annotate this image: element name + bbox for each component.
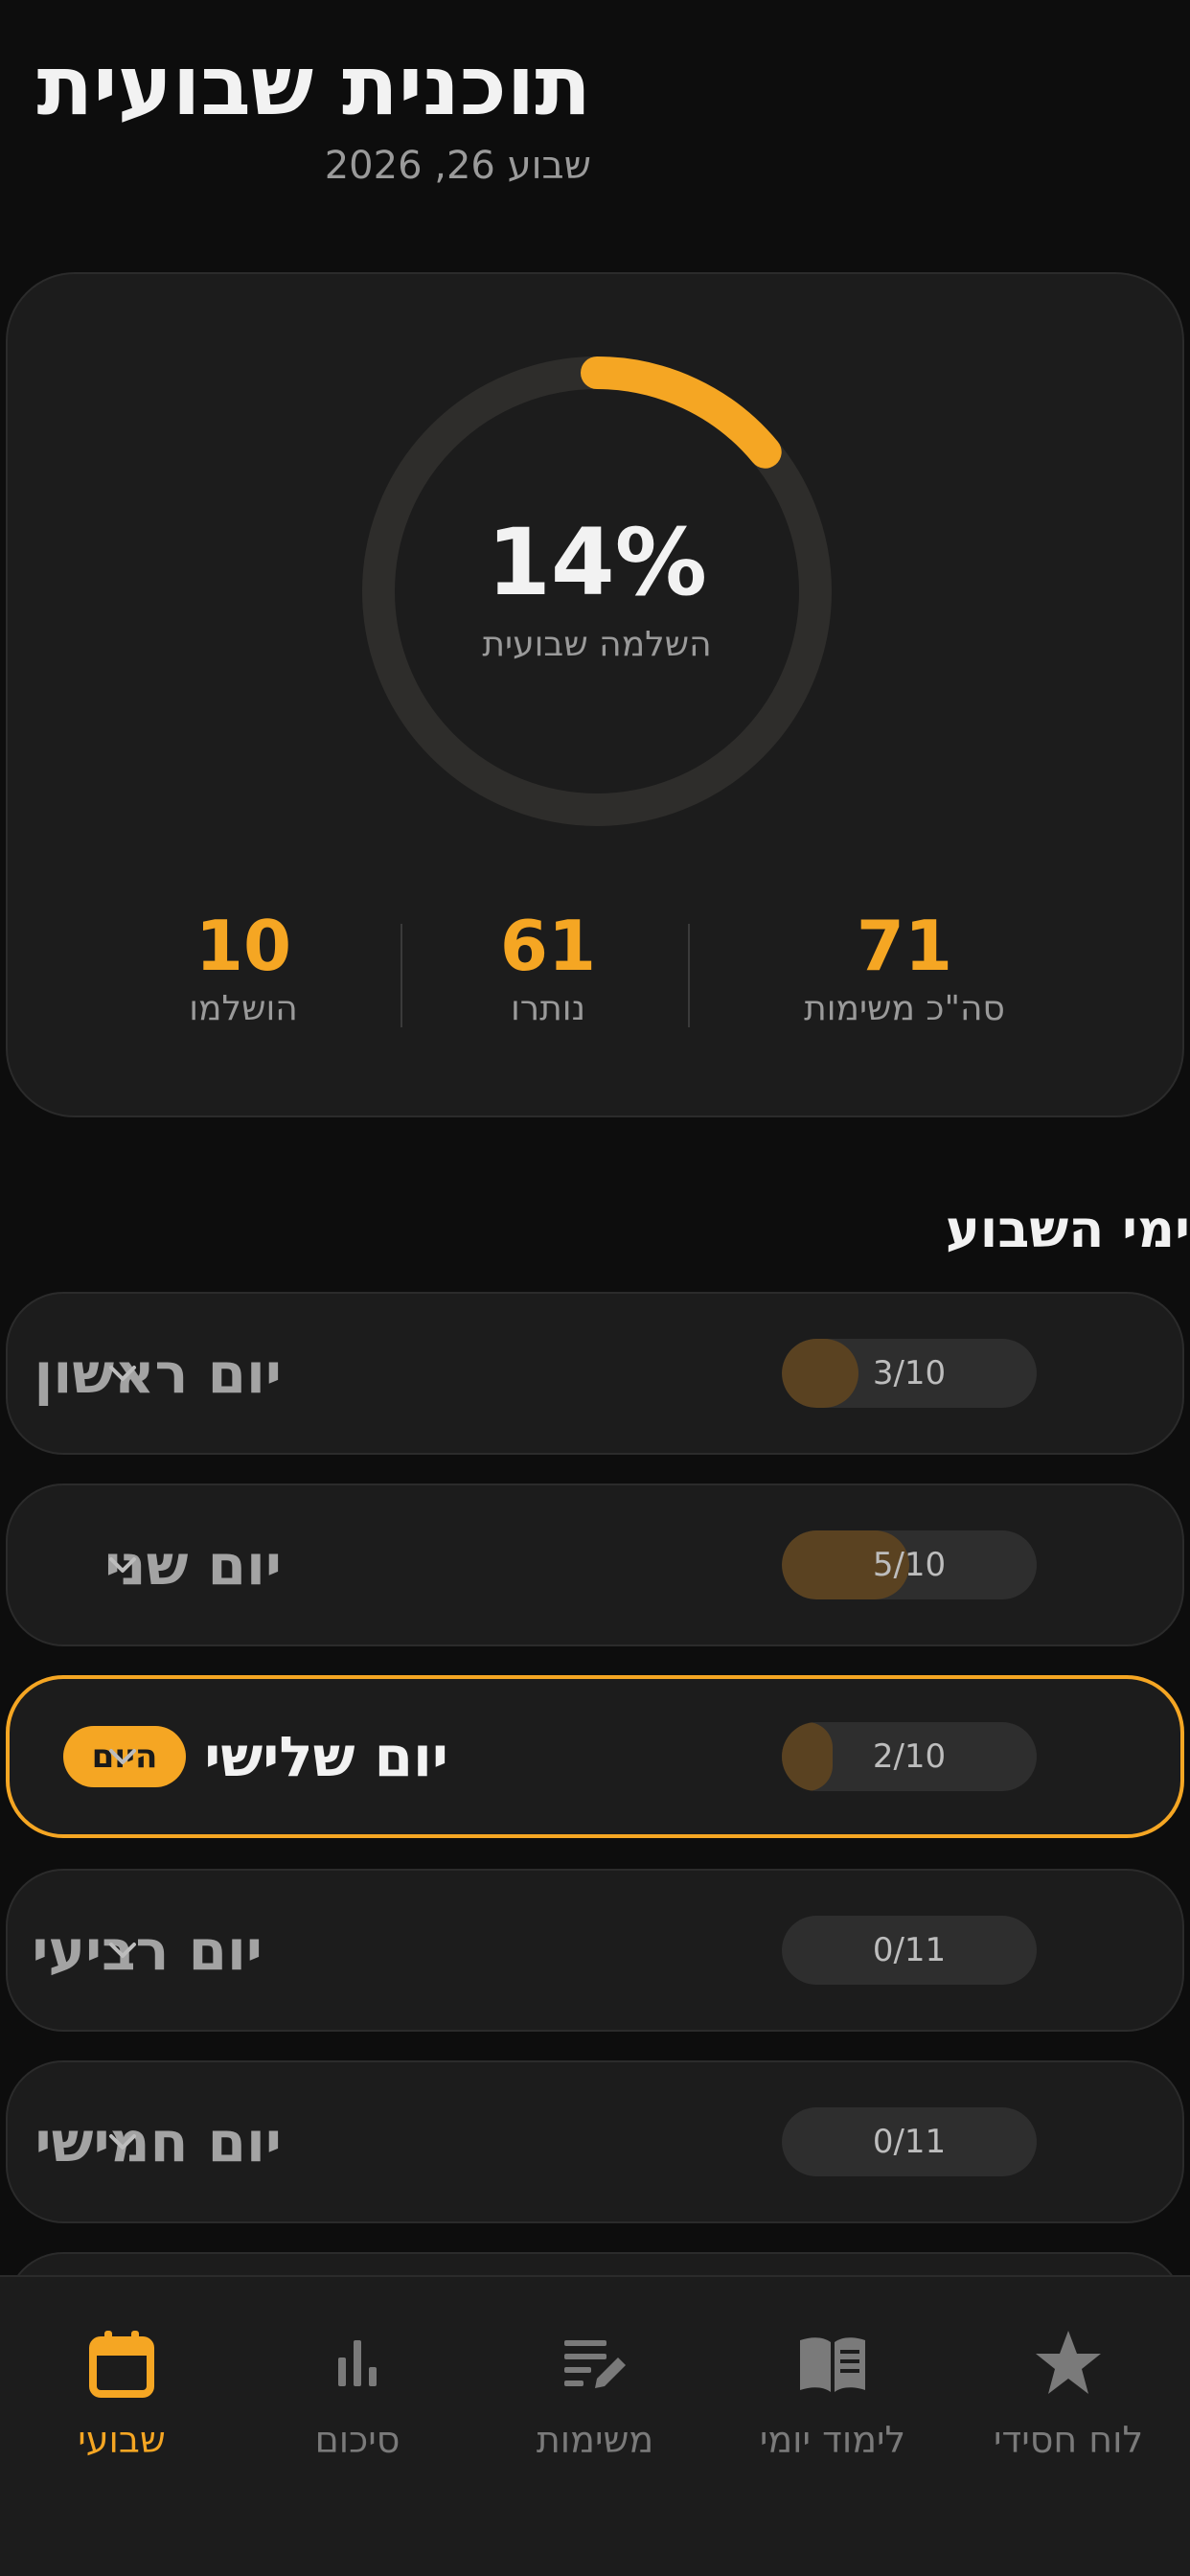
nav-tab-chassidic-calendar[interactable]: לוח חסידי bbox=[949, 2325, 1188, 2463]
nav-label: משימות bbox=[536, 2419, 654, 2461]
nav-tab-summary[interactable]: סיכום bbox=[238, 2325, 477, 2463]
day-progress-pill: 3/10 bbox=[782, 1339, 1037, 1408]
stat-completed-label: הושלמו bbox=[189, 989, 298, 1028]
chevron-down-icon[interactable] bbox=[103, 1737, 142, 1776]
day-progress-pill: 0/11 bbox=[782, 1916, 1037, 1985]
day-name: יום רביעי bbox=[32, 1918, 263, 1983]
nav-tab-daily-learning[interactable]: לימוד יומי bbox=[713, 2325, 952, 2463]
nav-label: שבועי bbox=[78, 2419, 166, 2461]
day-row-wednesday[interactable]: יום רביעי 0/11 bbox=[6, 1869, 1184, 2032]
nav-label: סיכום bbox=[314, 2419, 400, 2461]
stat-divider bbox=[400, 924, 402, 1027]
stats-row: 71 סה"כ משימות 61 נותרו 10 הושלמו bbox=[8, 907, 1186, 1031]
open-book-icon bbox=[800, 2337, 865, 2392]
stat-total-label: סה"כ משימות bbox=[804, 989, 1005, 1028]
stat-remaining: 61 נותרו bbox=[404, 907, 692, 1033]
star-icon bbox=[1036, 2331, 1101, 2394]
bar-chart-icon bbox=[338, 2340, 377, 2386]
bottom-navigation: שבועי סיכום משימות לימוד יומי לוח חסידי bbox=[0, 2275, 1190, 2576]
weekly-summary-card: 14% השלמה שבועית 71 סה"כ משימות 61 נותרו… bbox=[6, 272, 1184, 1117]
day-progress-pill: 5/10 bbox=[782, 1530, 1037, 1599]
weekly-plan-screen: תוכנית שבועית שבוע 26, 2026 14% השלמה שב… bbox=[0, 0, 1190, 2576]
nav-tab-tasks[interactable]: משימות bbox=[475, 2325, 715, 2463]
day-progress-pill: 0/11 bbox=[782, 2107, 1037, 2176]
day-row-tuesday-today[interactable]: היום יום שלישי 2/10 bbox=[6, 1675, 1184, 1838]
day-progress-text: 5/10 bbox=[872, 1546, 947, 1584]
chevron-down-icon[interactable] bbox=[103, 2123, 142, 2161]
day-progress-text: 0/11 bbox=[872, 1931, 947, 1969]
completion-label: השלמה שבועית bbox=[482, 624, 712, 664]
stat-remaining-label: נותרו bbox=[510, 989, 585, 1028]
stat-divider bbox=[688, 924, 690, 1027]
day-progress-text: 2/10 bbox=[872, 1737, 947, 1776]
chevron-down-icon[interactable] bbox=[103, 1931, 142, 1969]
stat-completed: 10 הושלמו bbox=[100, 907, 387, 1033]
chevron-down-icon[interactable] bbox=[103, 1354, 142, 1392]
stat-total-tasks: 71 סה"כ משימות bbox=[761, 907, 1048, 1033]
day-progress-pill: 2/10 bbox=[782, 1722, 1037, 1791]
day-name: יום ראשון bbox=[34, 1341, 282, 1406]
completion-percent: 14% bbox=[487, 508, 707, 616]
day-row-thursday[interactable]: יום חמישי 0/11 bbox=[6, 2060, 1184, 2223]
stat-total-value: 71 bbox=[856, 906, 953, 986]
page-header: תוכנית שבועית שבוע 26, 2026 bbox=[0, 38, 591, 190]
completion-ring: 14% השלמה שבועית bbox=[356, 351, 837, 832]
day-name: יום שלישי bbox=[204, 1724, 448, 1789]
day-name: יום חמישי bbox=[34, 2109, 282, 2174]
day-row-monday[interactable]: יום שני 5/10 bbox=[6, 1484, 1184, 1646]
completion-ring-center: 14% השלמה שבועית bbox=[356, 351, 837, 832]
edit-list-icon bbox=[564, 2340, 626, 2388]
week-subtitle: שבוע 26, 2026 bbox=[324, 144, 591, 188]
stat-completed-value: 10 bbox=[195, 906, 292, 986]
chevron-down-icon[interactable] bbox=[103, 1546, 142, 1584]
nav-label: לוח חסידי bbox=[993, 2419, 1144, 2461]
day-row-sunday[interactable]: יום ראשון 3/10 bbox=[6, 1292, 1184, 1455]
day-progress-text: 0/11 bbox=[872, 2123, 947, 2161]
page-title: תוכנית שבועית bbox=[36, 38, 591, 134]
calendar-icon bbox=[89, 2331, 154, 2398]
day-progress-text: 3/10 bbox=[872, 1354, 947, 1392]
week-days-heading: ימי השבוע bbox=[945, 1199, 1190, 1259]
nav-tab-weekly[interactable]: שבועי bbox=[2, 2325, 241, 2463]
nav-label: לימוד יומי bbox=[759, 2419, 906, 2461]
stat-remaining-value: 61 bbox=[499, 906, 597, 986]
